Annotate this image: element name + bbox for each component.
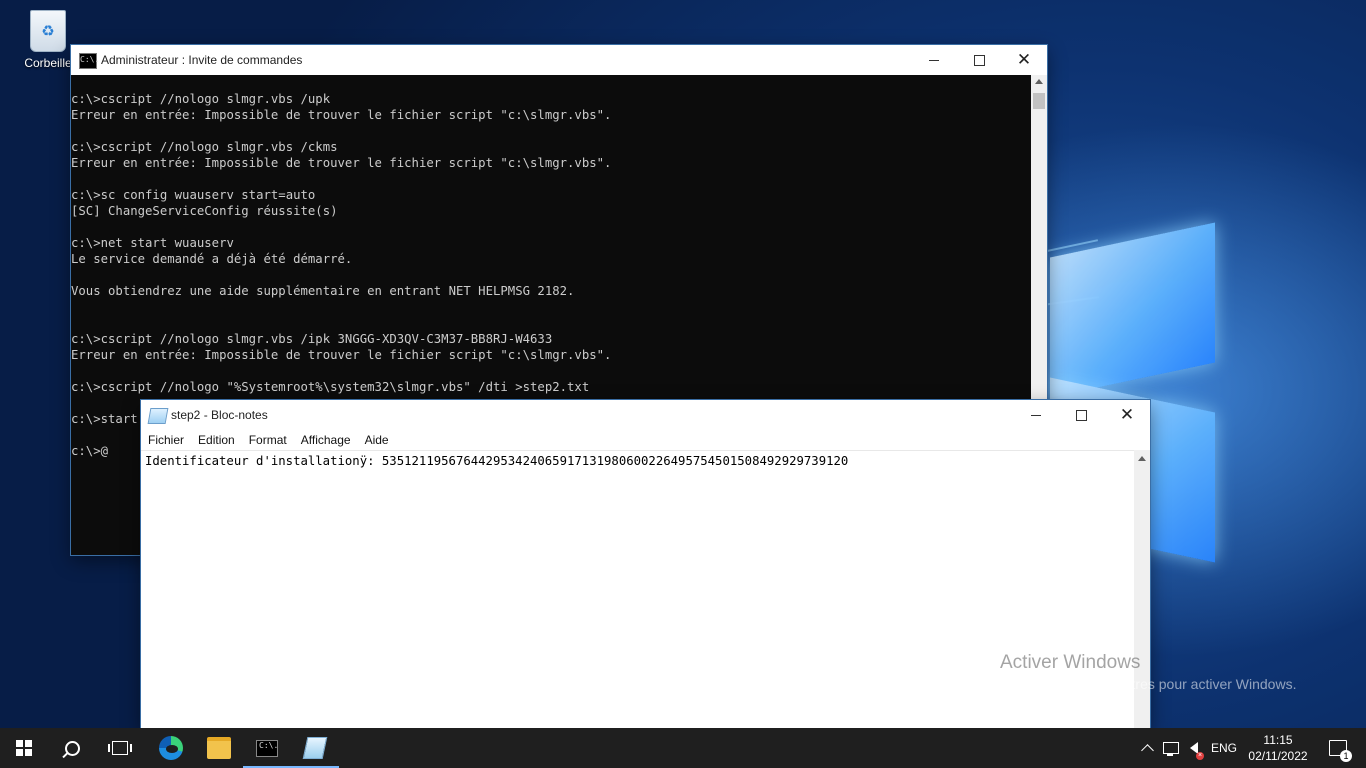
cmd-scroll-up-icon[interactable] — [1035, 79, 1043, 84]
cmd-titlebar[interactable]: C:\. Administrateur : Invite de commande… — [71, 45, 1047, 75]
notepad-scroll-up-icon[interactable] — [1138, 456, 1146, 461]
cmd-title: Administrateur : Invite de commandes — [101, 53, 303, 67]
task-view-button[interactable] — [96, 728, 144, 768]
menu-affichage[interactable]: Affichage — [294, 430, 358, 450]
search-icon — [64, 740, 80, 756]
volume-tray-button[interactable]: × — [1184, 728, 1204, 768]
clock-time: 11:15 — [1263, 733, 1293, 747]
windows-start-icon — [16, 740, 32, 756]
start-button[interactable] — [0, 728, 48, 768]
language-indicator[interactable]: ENG — [1206, 728, 1242, 768]
notepad-menubar: Fichier Edition Format Affichage Aide — [141, 430, 1150, 450]
folder-icon — [207, 737, 231, 759]
watermark-subtitle: Accédez aux paramètres pour activer Wind… — [1000, 676, 1297, 692]
edge-taskbar-button[interactable] — [147, 728, 195, 768]
notepad-titlebar[interactable]: step2 - Bloc-notes ✕ — [141, 400, 1150, 430]
notification-badge: 1 — [1340, 750, 1352, 762]
activation-watermark: Activer Windows Accédez aux paramètres p… — [1000, 651, 1296, 693]
file-explorer-taskbar-button[interactable] — [195, 728, 243, 768]
notification-icon: 1 — [1329, 740, 1352, 762]
notepad-text-area[interactable]: Identificateur d'installationÿ: 53512119… — [141, 450, 1134, 729]
recycle-bin-icon: ♻ — [30, 10, 66, 52]
clock[interactable]: 11:15 02/11/2022 — [1244, 728, 1312, 768]
chevron-up-icon — [1140, 744, 1154, 757]
notepad-taskbar-button[interactable] — [291, 728, 339, 768]
cmd-taskbar-button[interactable]: C:\. — [243, 728, 291, 768]
notepad-minimize-button[interactable] — [1013, 400, 1059, 430]
network-icon — [1163, 742, 1179, 756]
menu-format[interactable]: Format — [242, 430, 294, 450]
cmd-title-icon[interactable]: C:\. — [79, 53, 99, 69]
network-tray-button[interactable] — [1160, 728, 1182, 768]
notepad-title-icon[interactable] — [147, 408, 169, 424]
notepad-maximize-button[interactable] — [1058, 400, 1104, 430]
cmd-maximize-button[interactable] — [956, 45, 1002, 75]
notepad-taskbar-icon — [302, 737, 328, 759]
action-center-button[interactable]: 1 — [1318, 728, 1358, 768]
notepad-title: step2 - Bloc-notes — [171, 408, 268, 422]
notepad-window[interactable]: step2 - Bloc-notes ✕ Fichier Edition For… — [141, 400, 1150, 729]
menu-edition[interactable]: Edition — [191, 430, 242, 450]
cmd-taskbar-icon: C:\. — [256, 739, 278, 757]
search-button[interactable] — [48, 728, 96, 768]
notepad-close-button[interactable]: ✕ — [1104, 400, 1150, 430]
notepad-content[interactable]: Identificateur d'installationÿ: 53512119… — [145, 453, 848, 469]
cmd-minimize-button[interactable] — [911, 45, 957, 75]
edge-icon — [159, 736, 183, 760]
menu-fichier[interactable]: Fichier — [141, 430, 191, 450]
task-view-icon — [108, 741, 132, 755]
show-hidden-icons-button[interactable] — [1138, 728, 1156, 768]
menu-aide[interactable]: Aide — [358, 430, 396, 450]
cmd-close-button[interactable]: ✕ — [1001, 45, 1047, 75]
watermark-title: Activer Windows — [1000, 652, 1141, 673]
clock-date: 02/11/2022 — [1248, 749, 1308, 763]
taskbar: C:\. × ENG 11:15 02/11/2022 1 — [0, 728, 1366, 768]
cmd-scroll-thumb[interactable] — [1033, 93, 1045, 109]
volume-muted-icon: × — [1190, 742, 1204, 760]
